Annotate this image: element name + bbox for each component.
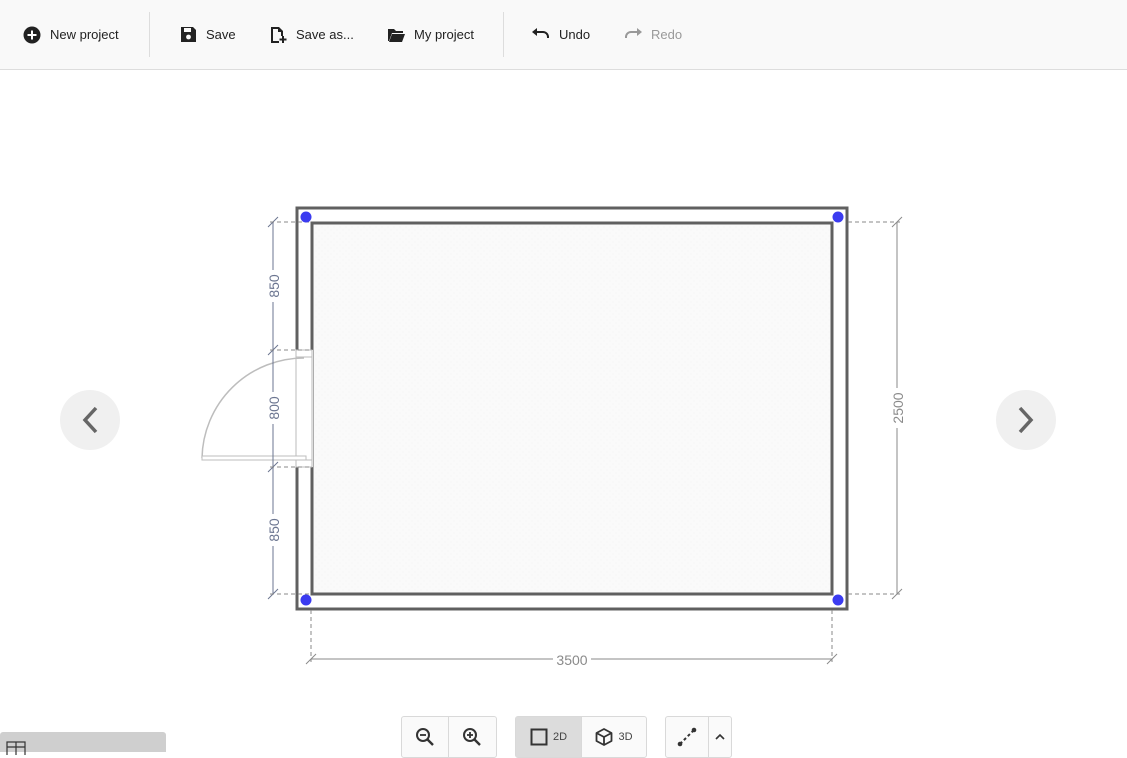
save-as-label: Save as... xyxy=(296,27,354,42)
zoom-in-icon xyxy=(463,728,481,746)
save-as-button[interactable]: Save as... xyxy=(268,0,354,69)
top-toolbar: New project Save Save as... My project U… xyxy=(0,0,1127,70)
draw-wall-button[interactable] xyxy=(666,717,708,757)
redo-button[interactable]: Redo xyxy=(623,0,682,69)
zoom-controls xyxy=(401,716,497,758)
undo-button[interactable]: Undo xyxy=(531,0,590,69)
layout-icon xyxy=(6,741,26,755)
undo-label: Undo xyxy=(559,27,591,42)
dim-right-label: 2500 xyxy=(890,392,906,423)
view-3d-label: 3D xyxy=(618,731,633,743)
floppy-icon xyxy=(178,25,198,45)
new-project-label: New project xyxy=(50,27,119,42)
previous-arrow-button[interactable] xyxy=(60,390,120,450)
undo-icon xyxy=(531,25,551,45)
plus-circle-icon xyxy=(22,25,42,45)
zoom-out-button[interactable] xyxy=(402,717,448,757)
vertex-handle[interactable] xyxy=(832,594,844,606)
chevron-left-icon xyxy=(82,406,98,434)
view-2d-button[interactable]: 2D xyxy=(516,717,581,757)
square-icon xyxy=(530,728,548,746)
redo-label: Redo xyxy=(651,27,683,42)
dim-left-mid-label: 800 xyxy=(266,396,282,420)
save-button[interactable]: Save xyxy=(178,0,236,69)
redo-icon xyxy=(623,25,643,45)
door[interactable] xyxy=(201,349,313,468)
chevron-up-icon xyxy=(715,733,725,740)
vertex-handle[interactable] xyxy=(300,211,312,223)
dim-left-bottom-label: 850 xyxy=(266,518,282,542)
view-3d-button[interactable]: 3D xyxy=(581,717,646,757)
plan-canvas[interactable]: 850 800 850 2500 3500 xyxy=(0,70,1127,746)
draw-tools-expand-button[interactable] xyxy=(708,717,731,757)
view-2d-label: 2D xyxy=(552,731,568,743)
vertex-handle[interactable] xyxy=(300,594,312,606)
zoom-out-icon xyxy=(416,728,434,746)
vertex-handle[interactable] xyxy=(832,211,844,223)
my-project-label: My project xyxy=(414,27,474,42)
zoom-in-button[interactable] xyxy=(448,717,495,757)
chevron-right-icon xyxy=(1018,406,1034,434)
dim-left-top-label: 850 xyxy=(266,274,282,298)
save-label: Save xyxy=(206,27,236,42)
folder-open-icon xyxy=(386,25,406,45)
draw-tools xyxy=(665,716,732,758)
next-arrow-button[interactable] xyxy=(996,390,1056,450)
new-project-button[interactable]: New project xyxy=(22,0,119,69)
dim-bottom-label: 3500 xyxy=(556,652,587,668)
file-plus-icon xyxy=(268,25,288,45)
bottom-left-panel[interactable] xyxy=(0,732,166,755)
room-floor[interactable] xyxy=(312,223,832,594)
draw-wall-icon xyxy=(677,727,697,747)
toolbar-divider xyxy=(149,12,150,57)
toolbar-divider xyxy=(503,12,504,57)
my-project-button[interactable]: My project xyxy=(386,0,474,69)
view-mode-toggle: 2D 3D xyxy=(515,716,647,758)
cube-icon xyxy=(596,728,613,746)
